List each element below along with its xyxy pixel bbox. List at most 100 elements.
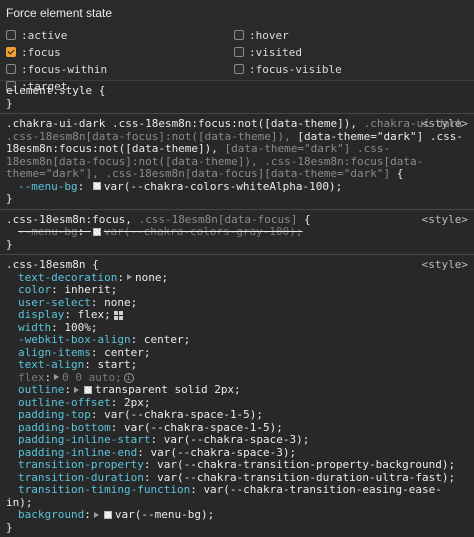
property-value[interactable]: 0 0 auto; [62,371,122,384]
declaration[interactable]: padding-inline-start: var(--chakra-space… [6,433,309,446]
declaration[interactable]: user-select: none; [6,296,137,309]
property-value[interactable]: var(--chakra-colors-gray-100); [104,225,303,238]
property-name[interactable]: padding-inline-end [18,446,137,459]
checkbox[interactable] [234,30,244,40]
declaration[interactable]: -webkit-box-align: center; [6,333,190,346]
state-active[interactable]: :active [6,28,234,42]
style-source-link[interactable]: <style> [422,213,468,227]
property-name[interactable]: width [18,321,51,334]
property-value[interactable]: none; [104,296,137,309]
property-value[interactable]: 2px; [124,396,151,409]
focus-rule[interactable]: <style> .css-18esm8n:focus, .css-18esm8n[… [0,210,474,255]
property-value[interactable]: var(--chakra-transition-duration-ultra-f… [157,471,455,484]
state-label: :visited [249,45,302,59]
expand-triangle-icon[interactable] [93,511,99,518]
property-value[interactable]: inherit; [64,283,117,296]
property-value[interactable]: var(--chakra-space-3); [164,433,310,446]
color-swatch-icon[interactable] [92,227,101,236]
property-name[interactable]: outline [18,383,64,396]
declaration[interactable]: padding-top: var(--chakra-space-1-5); [6,408,263,421]
property-name[interactable]: padding-inline-start [18,433,150,446]
property-value[interactable]: var(--chakra-space-1-5); [124,421,283,434]
state-label: :focus-visible [249,62,342,76]
info-icon[interactable]: i [123,372,134,383]
state-label: :hover [249,28,289,42]
state-focus-within[interactable]: :focus-within [6,62,234,76]
property-value[interactable]: var(--chakra-colors-whiteAlpha-100); [104,180,342,193]
element-style-rule[interactable]: element.style { } [0,81,474,114]
rule-open: { [297,212,311,226]
property-value[interactable]: none; [135,271,168,284]
base-rule[interactable]: <style> .css-18esm8n { text-decoration: no… [0,255,474,537]
state-label: :active [21,28,68,42]
selector-part: .css-18esm8n[data-focus][data-theme="dar… [105,167,391,180]
style-source-link[interactable]: <style> [422,258,468,272]
property-value[interactable]: var(--chakra-space-1-5); [104,408,263,421]
property-value[interactable]: transparent solid 2px; [95,383,241,396]
checkbox[interactable] [234,47,244,57]
expand-triangle-icon[interactable] [54,374,60,380]
flexbox-editor-icon[interactable] [113,310,123,320]
color-swatch-icon[interactable] [103,510,112,519]
property-name[interactable]: user-select [18,296,91,309]
declaration[interactable]: align-items: center; [6,346,150,359]
declaration[interactable]: transition-duration: var(--chakra-transi… [6,471,455,484]
checkbox-checked[interactable] [6,47,16,57]
property-name[interactable]: --menu-bg [18,225,78,238]
expand-triangle-icon[interactable] [73,386,79,393]
declaration[interactable]: outline-offset: 2px; [6,396,150,409]
property-name[interactable]: padding-top [18,408,91,421]
property-value[interactable]: 100%; [64,321,97,334]
property-name[interactable]: text-align [18,358,84,371]
declaration[interactable]: padding-inline-end: var(--chakra-space-3… [6,446,296,459]
state-focus[interactable]: :focus [6,45,234,59]
selector-part: .chakra-ui-dark .css-18esm8n:focus:not([… [6,117,364,130]
state-hover[interactable]: :hover [234,28,468,42]
overridden-declaration[interactable]: --menu-bg: var(--chakra-colors-gray-100)… [6,225,303,238]
property-name[interactable]: padding-bottom [18,421,111,434]
dark-theme-rule[interactable]: <style> .chakra-ui-dark .css-18esm8n:focu… [0,114,474,210]
declaration[interactable]: transition-property: var(--chakra-transi… [6,458,455,471]
state-label: :focus-within [21,62,108,76]
declaration[interactable]: text-align: start; [6,358,137,371]
property-name[interactable]: color [18,283,51,296]
expand-triangle-icon[interactable] [126,274,132,280]
declaration[interactable]: color: inherit; [6,283,117,296]
inactive-declaration[interactable]: flex: 0 0 auto; i [6,371,134,384]
color-swatch-icon[interactable] [83,385,92,394]
declaration[interactable]: padding-bottom: var(--chakra-space-1-5); [6,421,283,434]
property-name[interactable]: --menu-bg [18,180,78,193]
property-value[interactable]: center; [144,333,190,346]
declaration[interactable]: display: flex; [6,308,123,321]
declaration[interactable]: width: 100%; [6,321,98,334]
rule-selector: element.style { [6,84,106,97]
state-focus-visible[interactable]: :focus-visible [234,62,468,76]
property-name[interactable]: transition-property [18,458,144,471]
property-name[interactable]: background [18,508,84,521]
property-name[interactable]: text-decoration [18,271,117,284]
state-visited[interactable]: :visited [234,45,468,59]
property-name[interactable]: -webkit-box-align [18,333,131,346]
property-value[interactable]: center; [104,346,150,359]
property-value[interactable]: var(--menu-bg); [115,508,214,521]
declaration[interactable]: background: var(--menu-bg); [6,508,214,521]
property-value[interactable]: var(--chakra-transition-property-backgro… [157,458,455,471]
property-name[interactable]: flex [18,371,45,384]
property-value[interactable]: flex; [78,308,111,321]
property-name[interactable]: transition-duration [18,471,144,484]
rule-close: } [6,520,13,534]
property-name[interactable]: transition-timing-function [18,483,190,496]
property-value[interactable]: var(--chakra-space-3); [150,446,296,459]
property-name[interactable]: align-items [18,346,91,359]
color-swatch-icon[interactable] [92,182,101,190]
checkbox[interactable] [234,64,244,74]
property-value[interactable]: start; [97,358,137,371]
declaration[interactable]: outline: transparent solid 2px; [6,383,241,396]
declaration[interactable]: text-decoration: none; [6,271,168,284]
property-name[interactable]: display [18,308,64,321]
declaration[interactable]: --menu-bg: var(--chakra-colors-whiteAlph… [6,180,342,193]
property-name[interactable]: outline-offset [18,396,111,409]
checkbox[interactable] [6,30,16,40]
checkbox[interactable] [6,64,16,74]
style-source-link[interactable]: <style> [422,117,468,131]
